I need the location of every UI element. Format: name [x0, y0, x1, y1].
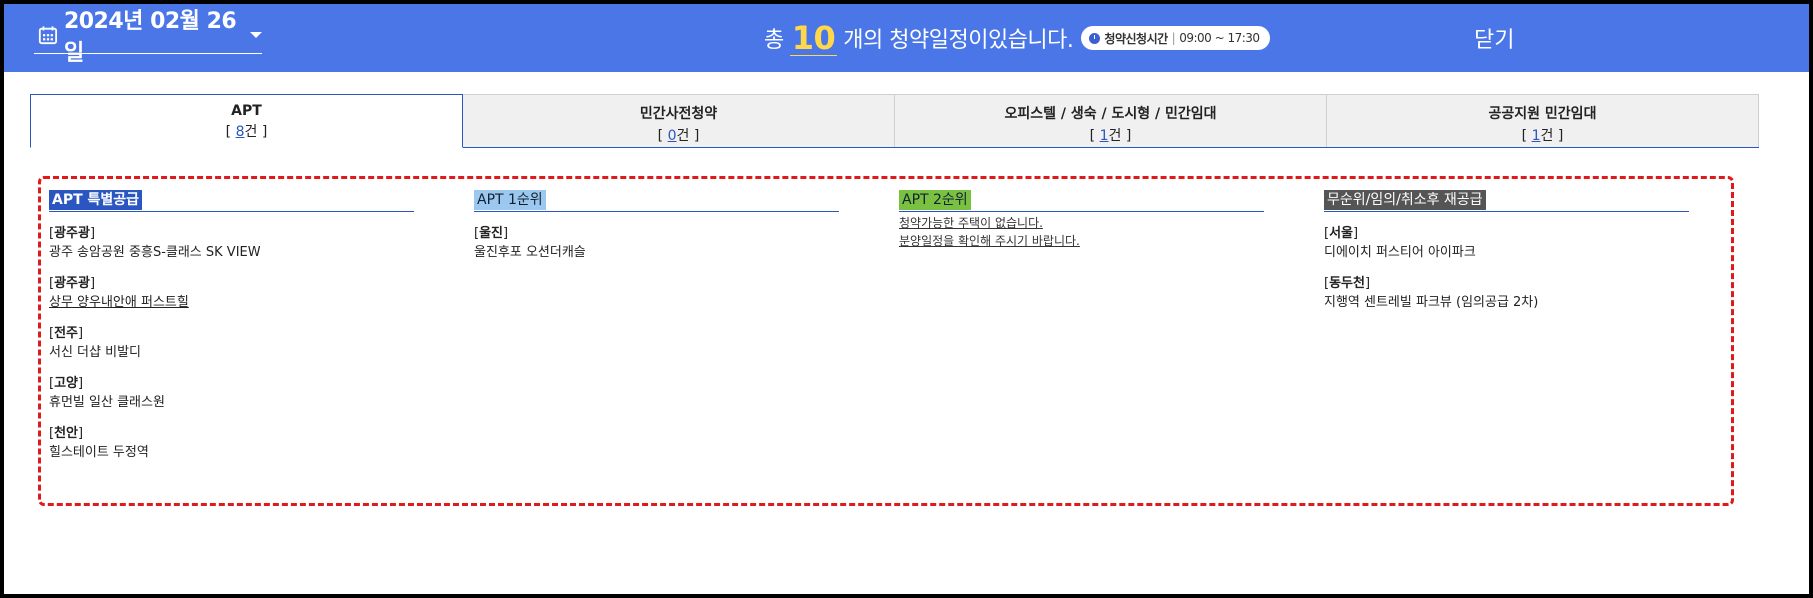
empty-notice[interactable]: 청약가능한 주택이 없습니다. [899, 214, 1264, 232]
tab-count-number: 1 [1531, 128, 1541, 144]
list-item: [전주] 서신 더샵 비발디 [49, 324, 414, 362]
close-button[interactable]: 닫기 [1474, 22, 1514, 54]
region-label: [서울] [1324, 226, 1359, 241]
schedule-summary: 총 10 개의 청약일정이있습니다. 청약신청시간 | 09:00 ~ 17:3… [764, 18, 1270, 58]
tab-count-number: 8 [235, 124, 245, 140]
list-item: [광주광] 광주 송암공원 중흥S-클래스 SK VIEW [49, 224, 414, 262]
clock-icon [1089, 32, 1101, 44]
tab-public-rental[interactable]: 공공지원 민간임대 [ 1건 ] [1327, 94, 1759, 147]
tab-officetel[interactable]: 오피스텔 / 생숙 / 도시형 / 민간임대 [ 1건 ] [895, 94, 1327, 147]
complex-link[interactable]: 서신 더샵 비발디 [49, 343, 414, 362]
tab-count-number: 0 [667, 128, 677, 144]
summary-prefix: 총 [764, 28, 784, 53]
tab-apt[interactable]: APT [ 8건 ] [30, 94, 463, 148]
column-special-supply: APT 특별공급 [광주광] 광주 송암공원 중흥S-클래스 SK VIEW [… [49, 189, 414, 462]
application-time-badge: 청약신청시간 | 09:00 ~ 17:30 [1081, 26, 1270, 50]
tab-private-pre-subscription[interactable]: 민간사전청약 [ 0건 ] [463, 94, 895, 147]
chevron-down-icon [250, 31, 262, 38]
column-first-rank: APT 1순위 [울진] 울진후포 오션더캐슬 [474, 189, 839, 262]
badge-time: 09:00 ~ 17:30 [1179, 31, 1260, 45]
tab-count: [ 8건 ] [225, 124, 268, 140]
header-bar: 2024년 02월 26일 총 10 개의 청약일정이있습니다. 청약신청시간 … [4, 4, 1809, 72]
tab-count: [ 1건 ] [1521, 128, 1564, 144]
complex-link[interactable]: 디에이치 퍼스티어 아이파크 [1324, 243, 1689, 262]
column-title: APT 2순위 [899, 190, 971, 210]
column-non-rank: 무순위/임의/취소후 재공급 [서울] 디에이치 퍼스티어 아이파크 [동두천]… [1324, 189, 1689, 312]
date-picker-button[interactable]: 2024년 02월 26일 [34, 9, 262, 66]
tab-label: 오피스텔 / 생숙 / 도시형 / 민간임대 [1004, 106, 1217, 122]
complex-link[interactable]: 상무 양우내안애 퍼스트힐 [49, 293, 414, 312]
region-label: [전주] [49, 326, 84, 341]
badge-label: 청약신청시간 [1104, 31, 1168, 46]
list-item: [서울] 디에이치 퍼스티어 아이파크 [1324, 224, 1689, 262]
list-item: [광주광] 상무 양우내안애 퍼스트힐 [49, 274, 414, 312]
calendar-popup: 2024년 02월 26일 총 10 개의 청약일정이있습니다. 청약신청시간 … [4, 4, 1809, 594]
region-label: [천안] [49, 426, 84, 441]
column-second-rank: APT 2순위 청약가능한 주택이 없습니다. 분양일정을 확인해 주시기 바랍… [899, 189, 1264, 250]
region-label: [고양] [49, 376, 84, 391]
tab-label: APT [231, 103, 262, 119]
summary-suffix: 개의 청약일정이있습니다. [843, 28, 1074, 53]
region-label: [울진] [474, 226, 509, 241]
column-title: 무순위/임의/취소후 재공급 [1324, 190, 1486, 210]
complex-link[interactable]: 울진후포 오션더캐슬 [474, 243, 839, 262]
list-item: [천안] 힐스테이트 두정역 [49, 424, 414, 462]
list-item: [고양] 휴먼빌 일산 클래스원 [49, 374, 414, 412]
tab-count-number: 1 [1099, 128, 1109, 144]
tab-label: 민간사전청약 [639, 106, 718, 122]
complex-link[interactable]: 지행역 센트레빌 파크뷰 (임의공급 2차) [1324, 293, 1689, 312]
calendar-icon [38, 25, 58, 44]
column-title: APT 1순위 [474, 190, 546, 210]
region-label: [동두천] [1324, 276, 1371, 291]
schedule-count: 10 [789, 18, 838, 57]
region-label: [광주광] [49, 276, 96, 291]
empty-notice-detail[interactable]: 분양일정을 확인해 주시기 바랍니다. [899, 232, 1264, 250]
tab-label: 공공지원 민간임대 [1488, 106, 1597, 122]
tab-count: [ 1건 ] [1089, 128, 1132, 144]
list-item: [울진] 울진후포 오션더캐슬 [474, 224, 839, 262]
complex-link[interactable]: 힐스테이트 두정역 [49, 443, 414, 462]
list-item: [동두천] 지행역 센트레빌 파크뷰 (임의공급 2차) [1324, 274, 1689, 312]
region-label: [광주광] [49, 226, 96, 241]
tab-count: [ 0건 ] [657, 128, 700, 144]
column-title: APT 특별공급 [49, 190, 143, 210]
badge-separator: | [1171, 31, 1176, 45]
complex-link[interactable]: 휴먼빌 일산 클래스원 [49, 393, 414, 412]
complex-link[interactable]: 광주 송암공원 중흥S-클래스 SK VIEW [49, 243, 414, 262]
schedule-content: APT 특별공급 [광주광] 광주 송암공원 중흥S-클래스 SK VIEW [… [38, 176, 1734, 506]
category-tabs: APT [ 8건 ] 민간사전청약 [ 0건 ] 오피스텔 / 생숙 / 도시형… [30, 94, 1759, 148]
selected-date: 2024년 02월 26일 [63, 8, 237, 66]
